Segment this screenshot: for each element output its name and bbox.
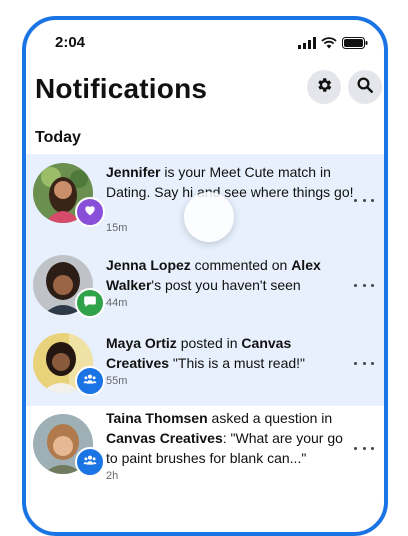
battery-icon xyxy=(342,36,368,54)
more-options-button[interactable] xyxy=(354,194,374,206)
notification-text: Taina Thomsen asked a question in Canvas… xyxy=(106,408,358,468)
actor-name: Maya Ortiz xyxy=(106,335,177,351)
wifi-icon xyxy=(321,36,337,54)
group-badge xyxy=(75,447,105,477)
heart-icon xyxy=(83,203,97,222)
more-options-button[interactable] xyxy=(354,442,374,454)
status-icons xyxy=(298,36,368,54)
section-label-today: Today xyxy=(35,129,81,146)
search-button[interactable] xyxy=(348,70,382,104)
notification-body-end: "This is a must read!" xyxy=(169,355,306,371)
group-icon xyxy=(83,372,97,391)
status-bar: 2:04 xyxy=(26,20,384,70)
target-name: Canvas Creatives xyxy=(106,430,223,446)
status-time: 2:04 xyxy=(55,34,86,51)
notification-body: asked a question in xyxy=(207,410,333,426)
dating-badge xyxy=(75,197,105,227)
notification-time: 2h xyxy=(106,470,119,482)
notification-time: 55m xyxy=(106,375,128,387)
notification-body: commented on xyxy=(190,257,292,273)
settings-button[interactable] xyxy=(307,70,341,104)
group-badge xyxy=(75,366,105,396)
notification-text: Jenna Lopez commented on Alex Walker's p… xyxy=(106,255,358,295)
signal-icon xyxy=(298,36,316,54)
more-options-button[interactable] xyxy=(354,357,374,369)
actor-name: Jenna Lopez xyxy=(106,257,191,273)
notification-body-end: 's post you haven't seen xyxy=(151,277,301,293)
notification-text: Maya Ortiz posted in Canvas Creatives "T… xyxy=(106,333,358,373)
notification-time: 44m xyxy=(106,297,128,309)
notification-time: 15m xyxy=(106,222,128,234)
notification-item[interactable]: Taina Thomsen asked a question in Canvas… xyxy=(26,406,384,506)
actor-name: Jennifer xyxy=(106,164,161,180)
actor-name: Taina Thomsen xyxy=(106,410,208,426)
gear-icon xyxy=(315,76,333,99)
comment-icon xyxy=(83,294,97,313)
touch-indicator xyxy=(184,192,234,242)
more-options-button[interactable] xyxy=(354,279,374,291)
page-title: Notifications xyxy=(35,73,208,104)
notification-item[interactable]: Maya Ortiz posted in Canvas Creatives "T… xyxy=(26,327,384,406)
group-icon xyxy=(83,453,97,472)
notification-text: Jennifer is your Meet Cute match in Dati… xyxy=(106,162,358,202)
phone-frame: 2:04 Notifications Today Jennifer is you… xyxy=(22,16,388,536)
notification-body: posted in xyxy=(176,335,242,351)
search-icon xyxy=(356,76,374,99)
notification-item[interactable]: Jenna Lopez commented on Alex Walker's p… xyxy=(26,249,384,327)
comment-badge xyxy=(75,288,105,318)
header: Notifications xyxy=(26,70,384,126)
